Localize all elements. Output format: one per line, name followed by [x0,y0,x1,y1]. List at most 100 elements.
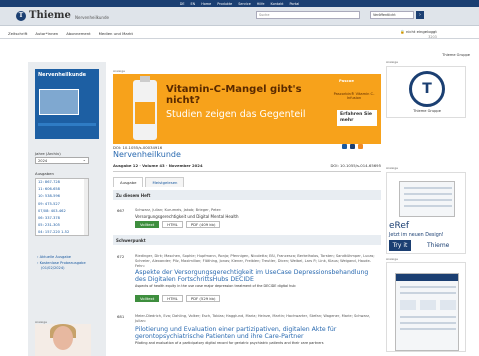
banner-headline: Vitamin-C-Mangel gibt's nicht? [166,84,302,106]
section-header: Schwerpunkt [113,235,381,245]
breadcrumb[interactable]: Thieme Gruppe [400,53,470,57]
login-id: 3203 [428,35,437,39]
topbar-link-en[interactable]: EN [191,2,196,6]
topbar-link-de[interactable]: DE [180,2,185,6]
topbar-link-service[interactable]: Service [238,2,251,6]
issue-item[interactable]: 10: 538-596 [36,193,88,200]
search-input[interactable]: Suche [256,11,360,19]
issue-item[interactable]: 07/08: 403-462 [36,208,88,215]
issue-item[interactable]: 04: 157-220 1-52 [36,229,88,236]
fulltext-button[interactable]: Volltext [135,295,160,302]
bottle-image [133,76,157,140]
cover-title: Nervenheilkunde [38,72,87,78]
pdf-button[interactable]: PDF (529 kb) [185,295,221,302]
issues-list[interactable]: 12: 867-728 11: 606-658 10: 538-596 09: … [35,178,89,236]
free-sample-date[interactable]: (01/02/2024) [41,266,65,270]
bookmark-icon[interactable] [350,144,355,149]
thieme-group-ad[interactable]: T Thieme Gruppe [386,66,466,118]
nav-abonnement[interactable]: Abonnement [66,31,90,36]
issue-header: Ausgabe 12 · Volume 43 · November 2024 D… [113,163,381,172]
screenshot-box [400,300,416,310]
feed-icons [342,144,363,149]
ad-face [53,326,73,350]
issue-item[interactable]: 12: 867-728 [36,179,88,186]
pdf-button[interactable]: PDF (409 kb) [185,221,221,228]
article-page: 681 [117,314,125,319]
eref-try-button[interactable]: Try it [389,240,411,251]
topbar-link-portal[interactable]: Portal [290,2,300,6]
page-title: Nervenheilkunde [113,150,181,159]
issue-info: Ausgabe 12 · Volume 43 · November 2024 [113,163,203,168]
topbar-link-produkte[interactable]: Produkte [217,2,232,6]
thieme-ad-caption: Thieme Gruppe [413,109,441,113]
issue-item[interactable]: 06: 337-378 [36,215,88,222]
banner-cta-button[interactable]: Erfahren Sie mehr [337,110,377,126]
fulltext-button[interactable]: Volltext [135,221,160,228]
eref-thieme-logo: Thieme [427,242,450,249]
article-item: 667 Schwarz, Julian; Kurumeis, Jakob; Br… [113,208,381,238]
issue-item[interactable]: 05: 231-305 [36,222,88,229]
article-page: 672 [117,254,125,259]
current-issue-link[interactable]: › Aktuelle Ausgabe [37,255,71,259]
topbar-link-hilfe[interactable]: Hilfe [257,2,265,6]
logo-text: Thieme [29,10,71,21]
login-status[interactable]: 🔒 nicht eingeloggt 3203 [400,29,437,39]
article-buttons: Volltext HTML PDF (529 kb) [135,295,221,302]
vitamin-c-banner-ad[interactable]: Vitamin-C-Mangel gibt's nicht? Studien z… [113,74,381,144]
issue-item[interactable]: 11: 606-658 [36,186,88,193]
journal-cover[interactable]: Nervenheilkunde [35,69,99,139]
screenshot-box [420,300,436,310]
rss-icon[interactable] [358,144,363,149]
article-subtitle: Piloting and evaluation of a participato… [135,341,324,345]
thieme-logo-icon: T [16,10,26,21]
nav-medien[interactable]: Medien und Markt [99,31,133,36]
login-text: nicht eingeloggt [405,29,437,34]
eref-ad[interactable]: eRef Jetzt im neuen Design! Try it Thiem… [386,172,466,254]
screenshot-line [400,328,456,330]
eref-subtitle: Jetzt im neuen Design! [389,233,444,238]
nav-zeitschrift[interactable]: Zeitschrift [8,31,27,36]
bottle-label [135,102,155,124]
screenshot-line [400,292,456,294]
thieme-logo[interactable]: T Thieme [16,10,71,21]
year-select[interactable]: 2024 [35,157,89,164]
top-utility-bar: DE EN Home Produkte Service Hilfe Kontak… [0,0,479,7]
free-sample-link[interactable]: › Kostenlose Probeausgabe [37,261,86,265]
nav-autorinnen[interactable]: Autor*innen [35,31,58,36]
screenshot-line [400,286,456,288]
link-icon[interactable] [342,144,347,149]
screenshot-header [396,274,458,281]
search-submit-button[interactable]: › [416,11,424,19]
tab-meistgelesen[interactable]: Meistgelesen [145,177,185,187]
left-ad-image[interactable] [35,324,91,356]
screenshot-line [404,205,452,207]
topbar-link-kontakt[interactable]: Kontakt [271,2,284,6]
eref-screenshot-2 [395,273,459,351]
tab-ausgabe[interactable]: Ausgabe [113,177,144,187]
article-title[interactable]: Versorgungsgerechtigkeit und Digital Men… [135,213,379,220]
article-title[interactable]: Pilotierung und Evaluation einer partizi… [135,326,379,340]
eref-ad-2[interactable] [386,262,466,352]
issue-item[interactable]: 09: 475-527 [36,201,88,208]
article-title[interactable]: Aspekte der Versorgungsgerechtigkeit im … [135,269,379,283]
search-scope-select[interactable]: Veröffentlicht [370,11,414,19]
html-button[interactable]: HTML [162,295,183,302]
banner-ad-label: Anzeige [113,69,125,73]
article-subtitle: Aspects of health equity in the use case… [135,284,296,288]
screenshot-line [404,199,452,201]
screenshot-line [404,193,452,195]
right-ad-label: Anzeige [386,257,398,261]
article-buttons: Volltext HTML PDF (409 kb) [135,221,221,228]
article-authors: Meier-Diedrich, Eva; Dahling, Volker; Es… [135,314,371,323]
banner-brand: Pascoe [339,78,354,83]
topbar-link-home[interactable]: Home [201,2,211,6]
issues-label: Ausgaben [35,171,54,176]
html-button[interactable]: HTML [162,221,183,228]
right-ad-label: Anzeige [386,166,398,170]
issues-scrollbar[interactable] [84,179,88,235]
eref-screenshot [399,181,455,217]
journal-name: Nervenheilkunde [75,15,109,20]
article-authors: Riedinger, Dirk; Maschen, Sophie; Hupfma… [135,254,375,268]
banner-subline: Studien zeigen das Gegenteil [166,109,306,120]
article-item: 681 Meier-Diedrich, Eva; Dahling, Volker… [113,314,381,356]
